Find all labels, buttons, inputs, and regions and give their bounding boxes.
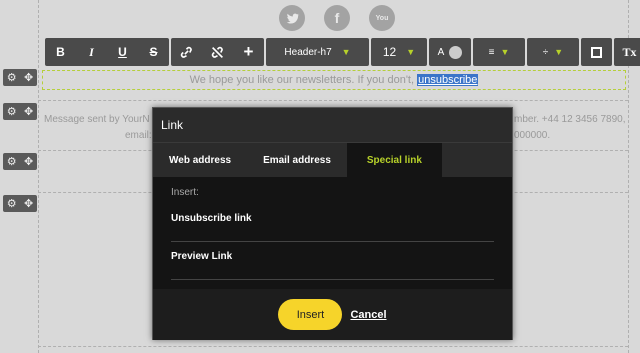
gear-icon[interactable]: ⚙ (7, 155, 17, 168)
link-icon[interactable] (171, 38, 202, 66)
preview-link-option[interactable]: Preview Link (171, 250, 494, 280)
twitter-icon[interactable] (279, 5, 305, 31)
youtube-icon[interactable]: You (369, 5, 395, 31)
move-icon[interactable]: ✥ (24, 197, 33, 210)
chevron-down-icon: ▼ (406, 47, 416, 57)
line-height-select[interactable]: ÷ ▼ (527, 38, 579, 66)
footer-text: 000000. (514, 130, 551, 141)
border-group (581, 38, 612, 66)
font-size-value: 12 (382, 45, 397, 59)
row-handle[interactable]: ⚙ ✥ (3, 103, 37, 120)
unsubscribe-link-option[interactable]: Unsubscribe link (171, 212, 494, 242)
dialog-footer: Insert Cancel (153, 289, 512, 340)
text-style-group: B I U S (45, 38, 169, 66)
unlink-icon[interactable] (202, 38, 233, 66)
italic-button[interactable]: I (76, 38, 107, 66)
line-height-icon: ÷ (542, 46, 549, 58)
underline-button[interactable]: U (107, 38, 138, 66)
row-handle[interactable]: ⚙ ✥ (3, 69, 37, 86)
dialog-body: Insert: Unsubscribe link Preview Link (153, 177, 512, 289)
text-color-label: A (437, 46, 445, 58)
link-group: + (171, 38, 264, 66)
facebook-icon[interactable]: f (324, 5, 350, 31)
move-icon[interactable]: ✥ (24, 155, 33, 168)
gear-icon[interactable]: ⚙ (7, 197, 17, 210)
footer-text: Message sent by YourN (44, 114, 150, 125)
gear-icon[interactable]: ⚙ (7, 71, 17, 84)
unsubscribe-link[interactable]: unsubscribe (417, 74, 479, 86)
chevron-down-icon: ▼ (554, 47, 564, 57)
clear-format-group: Tx (614, 38, 640, 66)
dialog-title: Link (153, 108, 512, 143)
chevron-down-icon: ▼ (341, 47, 351, 57)
chevron-down-icon: ▼ (500, 47, 510, 57)
link-dialog: Link Web address Email address Special l… (152, 107, 513, 340)
row-handle[interactable]: ⚙ ✥ (3, 153, 37, 170)
canvas-guide-left (38, 0, 39, 353)
tab-email-address[interactable]: Email address (247, 143, 347, 177)
add-button[interactable]: + (233, 38, 264, 66)
clear-format-button[interactable]: Tx (614, 38, 640, 66)
style-select[interactable]: Header-h7 ▼ (266, 38, 369, 66)
link-type-tabs: Web address Email address Special link (153, 143, 512, 177)
bold-button[interactable]: B (45, 38, 76, 66)
format-toolbar: B I U S + Header-h7 ▼ 12 ▼ A ≡ ▼ ÷ ▼ Tx (45, 38, 640, 66)
text-color-picker[interactable]: A (429, 38, 471, 66)
newsletter-text: We hope you like our newsletters. If you… (189, 74, 415, 86)
tab-web-address[interactable]: Web address (153, 143, 247, 177)
align-center-icon: ≡ (488, 46, 495, 58)
border-icon[interactable] (581, 38, 612, 66)
row-handle[interactable]: ⚙ ✥ (3, 195, 37, 212)
move-icon[interactable]: ✥ (24, 71, 33, 84)
align-select[interactable]: ≡ ▼ (473, 38, 525, 66)
footer-text: email: (125, 130, 152, 141)
cancel-button[interactable]: Cancel (350, 309, 386, 321)
move-icon[interactable]: ✥ (24, 105, 33, 118)
gear-icon[interactable]: ⚙ (7, 105, 17, 118)
insert-button[interactable]: Insert (278, 299, 343, 330)
row-divider (38, 100, 628, 101)
insert-label: Insert: (171, 187, 199, 198)
font-size-select[interactable]: 12 ▼ (371, 38, 427, 66)
color-swatch-icon (449, 45, 463, 59)
row-divider (38, 346, 628, 347)
newsletter-text-block[interactable]: We hope you like our newsletters. If you… (42, 70, 626, 90)
style-select-value: Header-h7 (284, 46, 332, 58)
strikethrough-button[interactable]: S (138, 38, 169, 66)
tab-special-link[interactable]: Special link (346, 143, 442, 177)
footer-text: mber. +44 12 3456 7890, (514, 114, 626, 125)
